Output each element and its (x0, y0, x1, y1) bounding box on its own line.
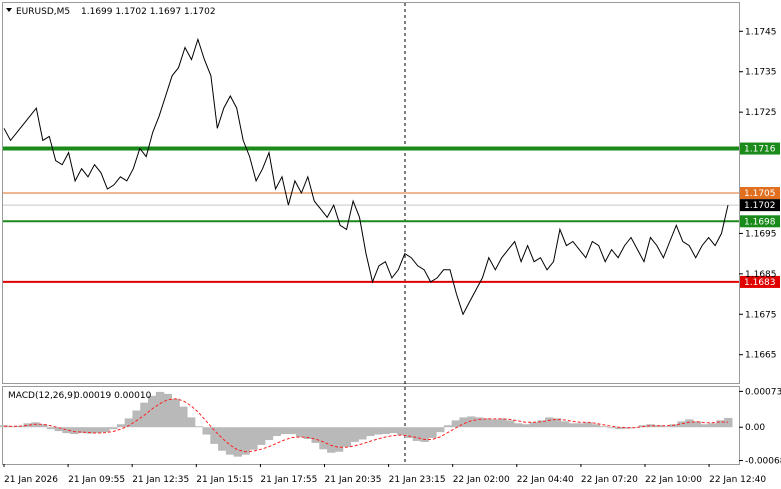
macd-histogram-bar (661, 426, 671, 428)
time-tick-label: 21 Jan 2026 (4, 475, 58, 485)
macd-histogram-bar (327, 427, 336, 453)
macd-histogram-bar (218, 427, 227, 451)
macd-histogram-bar (366, 427, 375, 437)
macd-histogram-bar (436, 427, 445, 433)
macd-histogram-bar (288, 427, 297, 435)
macd-histogram-bar (607, 427, 616, 429)
time-tick-label: 21 Jan 12:35 (132, 475, 189, 485)
price-tick-label: 1.1665 (745, 351, 777, 361)
macd-histogram-bar (443, 425, 453, 428)
macd-histogram-bar (529, 422, 538, 428)
time-tick-label: 21 Jan 17:55 (260, 475, 317, 485)
macd-histogram-bar (280, 427, 289, 435)
macd-histogram-bar (467, 416, 476, 428)
ohlc-values: 1.1699 1.1702 1.1697 1.1702 (81, 7, 216, 17)
macd-histogram-bar (241, 427, 250, 455)
macd-histogram-bar (358, 427, 367, 440)
macd-histogram-bar (373, 427, 383, 435)
macd-histogram-bar (716, 420, 725, 428)
macd-histogram-bar (708, 423, 717, 428)
macd-histogram-bar (451, 420, 461, 428)
macd-histogram-bar (342, 427, 352, 447)
macd-histogram-bar (233, 427, 243, 457)
macd-histogram-bar (171, 398, 180, 428)
macd-histogram-bar (576, 423, 585, 428)
current-price-label: 1.1702 (744, 201, 776, 211)
time-tick-label: 22 Jan 10:00 (645, 475, 702, 485)
price-tick-label: 1.1695 (745, 229, 777, 239)
macd-histogram-bar (700, 424, 710, 428)
macd-histogram-bar (724, 417, 733, 428)
macd-histogram-bar (264, 427, 274, 440)
macd-histogram-bar (591, 424, 601, 428)
macd-label: MACD(12,26,9) (8, 391, 76, 401)
time-tick-label: 21 Jan 09:55 (68, 475, 125, 485)
macd-histogram-bar (225, 427, 235, 455)
macd-header: MACD(12,26,9) 0.00019 0.00010 (8, 391, 152, 401)
price-tick-label: 1.1685 (745, 270, 777, 280)
trading-chart: 1.17161.17051.16981.16831.1702 1.17451.1… (0, 0, 781, 489)
macd-histogram-bar (560, 421, 570, 428)
macd-histogram-bar (46, 427, 56, 430)
macd-histogram-bar (295, 427, 305, 438)
macd-histogram-bar (334, 427, 344, 452)
macd-histogram-bar (109, 427, 118, 430)
price-tick-label: 1.1735 (745, 68, 777, 78)
macd-histogram-bar (513, 423, 523, 428)
macd-histogram-bar (132, 410, 141, 428)
macd-histogram-bar (186, 417, 196, 428)
macd-histogram-bar (498, 418, 507, 428)
macd-histogram-bar (521, 424, 531, 428)
macd-histogram-bar (249, 427, 258, 450)
time-tick-label: 22 Jan 02:00 (453, 475, 510, 485)
macd-tick-label: 0.00073 (745, 387, 781, 397)
macd-histogram-bar (506, 420, 515, 428)
time-tick-label: 21 Jan 23:15 (389, 475, 446, 485)
macd-histogram-bar (428, 427, 437, 439)
macd-histogram-bar (482, 418, 492, 428)
macd-histogram-bar (163, 393, 172, 428)
macd-histogram-bar (397, 427, 406, 436)
macd-histogram-bar (155, 391, 165, 428)
price-tick-label: 1.1675 (745, 310, 777, 320)
macd-histogram-bar (194, 426, 204, 428)
macd-histogram-bar (179, 406, 188, 428)
macd-histogram-bar (116, 424, 126, 428)
time-tick-label: 22 Jan 07:20 (581, 475, 638, 485)
macd-histogram-bar (412, 427, 422, 441)
time-tick-label: 21 Jan 20:35 (325, 475, 382, 485)
time-tick-label: 22 Jan 12:40 (709, 475, 766, 485)
macd-histogram-bar (101, 427, 110, 433)
macd-tick-label: -0.00068 (745, 457, 781, 467)
level-price-label: 1.1698 (744, 217, 776, 227)
macd-histogram-bar (545, 417, 554, 428)
time-tick-label: 21 Jan 15:15 (196, 475, 253, 485)
macd-histogram-bar (350, 427, 359, 442)
macd-histogram-bar (257, 427, 266, 445)
macd-histogram-bar (490, 419, 499, 428)
chart-frame (0, 0, 781, 489)
level-price-label: 1.1716 (744, 145, 776, 155)
price-tick-label: 1.1725 (745, 108, 777, 118)
price-tick-label: 1.1745 (745, 27, 777, 37)
macd-histogram-bar (599, 426, 608, 428)
macd-histogram-bar (389, 427, 398, 434)
time-tick-label: 22 Jan 04:40 (517, 475, 574, 485)
chart-header: EURUSD,M5 1.1699 1.1702 1.1697 1.1702 (6, 7, 216, 17)
macd-values: 0.00019 0.00010 (74, 391, 152, 401)
macd-histogram-bar (70, 427, 79, 435)
macd-histogram-bar (583, 422, 593, 428)
macd-histogram-bar (381, 427, 390, 435)
macd-histogram-bar (319, 427, 328, 450)
macd-histogram-bar (685, 419, 694, 428)
macd-histogram-bar (568, 423, 577, 428)
level-price-label: 1.1705 (744, 189, 776, 199)
macd-histogram-bar (93, 427, 102, 434)
macd-histogram-bar (474, 417, 484, 428)
macd-histogram-bar (272, 427, 281, 437)
symbol-label: EURUSD,M5 (16, 7, 70, 17)
macd-tick-label: 0.00 (745, 423, 765, 433)
macd-histogram-bar (202, 427, 211, 435)
macd-histogram-bar (210, 427, 219, 444)
